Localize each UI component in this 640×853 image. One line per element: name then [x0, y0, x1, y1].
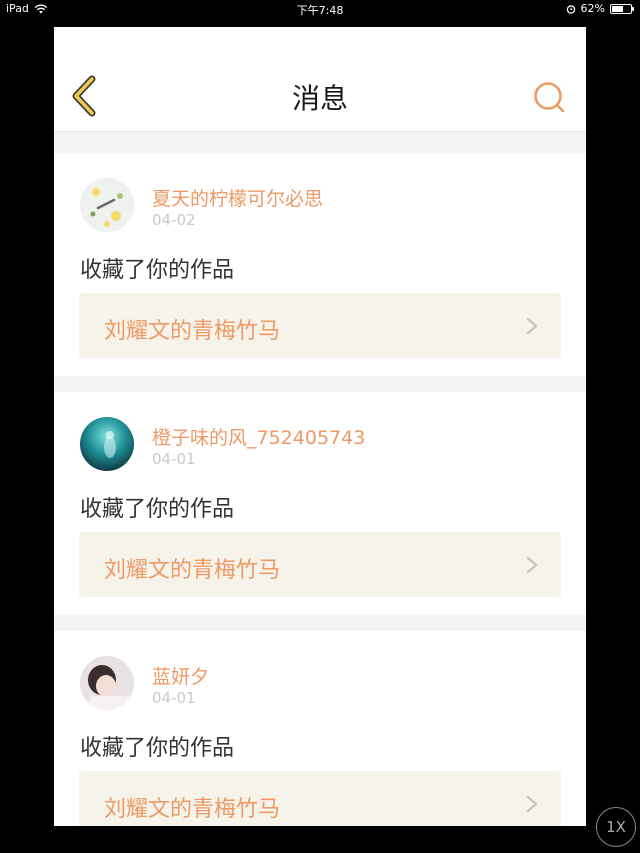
action-text: 收藏了你的作品 — [80, 258, 235, 283]
avatar[interactable] — [80, 656, 134, 710]
page-title: 消息 — [291, 82, 348, 115]
lemon-avatar-icon — [80, 178, 134, 232]
chevron-right-icon — [526, 795, 538, 813]
work-title: 刘耀文的青梅竹马 — [104, 797, 281, 822]
message-date: 04-02 — [152, 211, 196, 229]
alarm-icon — [566, 4, 575, 14]
action-text: 收藏了你的作品 — [80, 497, 235, 522]
username[interactable]: 橙子味的风_752405743 — [152, 423, 365, 450]
chevron-right-icon — [526, 556, 538, 574]
message-date: 04-01 — [152, 689, 196, 707]
work-link[interactable]: 刘耀文的青梅竹马 — [79, 293, 561, 358]
username[interactable]: 蓝妍夕 — [152, 662, 209, 689]
message-date: 04-01 — [152, 450, 196, 468]
work-title: 刘耀文的青梅竹马 — [104, 319, 281, 344]
underwater-avatar-icon — [80, 417, 134, 471]
message-card: 夏天的柠檬可尔必思 04-02 收藏了你的作品 刘耀文的青梅竹马 — [54, 153, 586, 376]
work-link[interactable]: 刘耀文的青梅竹马 — [79, 532, 561, 597]
action-text: 收藏了你的作品 — [80, 736, 235, 761]
chevron-right-icon — [526, 317, 538, 335]
nav-bar: 消息 — [54, 27, 586, 132]
zoom-button[interactable]: 1X — [596, 807, 636, 847]
status-right: 62% — [566, 2, 634, 15]
avatar[interactable] — [80, 417, 134, 471]
app-screen: 消息 夏天的柠檬可尔必思 04-02 收藏了你的作品 刘耀文的青梅竹马 橙子味的… — [54, 27, 586, 826]
work-link[interactable]: 刘耀文的青梅竹马 — [79, 771, 561, 826]
portrait-avatar-icon — [80, 656, 134, 710]
username[interactable]: 夏天的柠檬可尔必思 — [152, 184, 323, 211]
work-title: 刘耀文的青梅竹马 — [104, 558, 281, 583]
status-time: 下午7:48 — [296, 4, 344, 17]
battery-icon — [610, 3, 634, 14]
message-card: 蓝妍夕 04-01 收藏了你的作品 刘耀文的青梅竹马 — [54, 631, 586, 826]
status-bar: iPad 下午7:48 62% — [0, 0, 640, 18]
battery-percent: 62% — [580, 2, 605, 15]
message-card: 橙子味的风_752405743 04-01 收藏了你的作品 刘耀文的青梅竹马 — [54, 392, 586, 615]
search-icon[interactable] — [532, 80, 566, 114]
battery-fill — [612, 5, 624, 12]
avatar[interactable] — [80, 178, 134, 232]
